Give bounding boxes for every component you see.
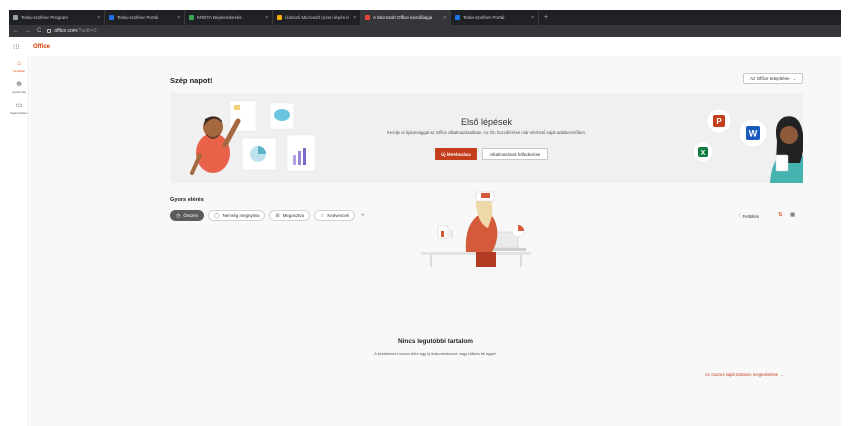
tab-close-icon[interactable]: × xyxy=(531,15,534,21)
tab-title: Tesla-szolfver Program xyxy=(21,15,68,20)
tab-favicon-icon xyxy=(109,15,114,20)
waffle-icon[interactable]: ⁝⁝⁝ xyxy=(13,43,27,51)
main-content: Szép napot! Az Office telepítése ⌄ P W X… xyxy=(30,56,841,426)
folder-icon: ▭ xyxy=(15,102,23,109)
rail-item-my-content[interactable]: ▭ Saját tartalom xyxy=(9,98,29,119)
screenshot: Tesla-szolfver Program × Tesla-szolfver … xyxy=(0,0,850,426)
sort-icon[interactable]: ⇅ xyxy=(778,212,783,218)
rail-item-label: Létrehozás xyxy=(12,90,26,94)
banner-title: Első lépések xyxy=(460,117,513,127)
chevron-down-icon: ⌄ xyxy=(792,76,797,81)
tab-close-icon[interactable]: × xyxy=(443,15,446,21)
shared-icon: ⊞ xyxy=(275,212,280,219)
quick-access-heading: Gyors elérés xyxy=(170,197,204,203)
rail-item-home[interactable]: ⌂ Kezdőlap xyxy=(9,56,29,77)
rail-item-label: Saját tartalom xyxy=(10,111,28,115)
address-bar: ← → C office.com/?auth=2 xyxy=(9,25,841,37)
tab-close-icon[interactable]: × xyxy=(97,15,100,21)
view-all-content-link[interactable]: Az összes saját tartalom megtekintése → xyxy=(705,372,784,377)
browser-tab[interactable]: Tesla-szolfver Portál × xyxy=(105,10,185,25)
install-office-label: Az Office telepítése xyxy=(749,76,790,81)
filter-recently-opened[interactable]: ◯ Nemrég megnyitva xyxy=(208,210,266,221)
left-person-illustration xyxy=(190,100,316,175)
browser-tab[interactable]: KRÉTA Bejelentkezés × xyxy=(185,10,273,25)
create-new-button[interactable]: Új létrehozása xyxy=(435,148,477,160)
view-toggle-icon[interactable]: ▦ xyxy=(790,212,795,218)
url-path: /?auth=2 xyxy=(77,28,97,34)
back-icon[interactable]: ← xyxy=(13,28,19,34)
clock-icon: ◷ xyxy=(176,212,181,219)
banner-illustration: P W X xyxy=(190,100,803,183)
tab-title: KRÉTA Bejelentkezés xyxy=(197,15,242,20)
browser-tab[interactable]: Tesla-szolfver Portál × xyxy=(451,10,539,25)
tab-close-icon[interactable]: × xyxy=(177,15,180,21)
empty-state-description: A kezdéshez hozzon létre egy új dokument… xyxy=(374,351,497,356)
create-icon: ⊕ xyxy=(16,81,22,88)
url-host: office.com xyxy=(54,28,78,34)
new-tab-button[interactable]: + xyxy=(539,14,548,21)
tab-close-icon[interactable]: × xyxy=(353,15,356,21)
rail-item-label: Kezdőlap xyxy=(13,69,25,73)
browser-tab[interactable]: Tesla-szolfver Program × xyxy=(9,10,105,25)
rail-item-create[interactable]: ⊕ Létrehozás xyxy=(9,77,29,98)
filter-label: Kedvencek xyxy=(327,213,350,218)
forward-icon[interactable]: → xyxy=(25,28,31,34)
browser-tab[interactable]: Üdvözli Microsoft (ezen lépés le × xyxy=(273,10,361,25)
reload-icon[interactable]: C xyxy=(37,28,41,34)
tab-title: Üdvözli Microsoft (ezen lépés le xyxy=(285,15,350,20)
filter-favorites[interactable]: ☆ Kedvencek xyxy=(313,210,356,221)
browser-tab-bar: Tesla-szolfver Program × Tesla-szolfver … xyxy=(9,10,841,25)
lock-icon[interactable] xyxy=(47,29,52,33)
tab-title: Tesla-szolfver Portál xyxy=(117,15,159,20)
upload-icon: ↑ xyxy=(738,213,741,219)
tab-close-icon[interactable]: × xyxy=(265,15,268,21)
install-office-button[interactable]: Az Office telepítése ⌄ xyxy=(743,73,803,84)
tab-favicon-icon xyxy=(13,15,18,20)
quick-access-filters: ◷ Összes ◯ Nemrég megnyitva ⊞ Megosztva … xyxy=(170,210,365,221)
upload-label: Feltöltés xyxy=(742,213,760,219)
recent-icon: ◯ xyxy=(214,212,220,219)
app-header: ⁝⁝⁝ Office xyxy=(9,37,841,56)
greeting-heading: Szép napot! xyxy=(170,76,213,85)
tab-favicon-icon xyxy=(277,15,282,20)
tab-favicon-icon xyxy=(365,15,370,20)
explore-apps-button[interactable]: Alkalmazások felfedezése xyxy=(482,148,548,160)
filter-label: Nemrég megnyitva xyxy=(222,213,260,218)
tab-title: Tesla-szolfver Portál xyxy=(463,15,505,20)
add-filter-button[interactable]: + xyxy=(361,213,365,219)
left-rail: ⌂ Kezdőlap ⊕ Létrehozás ▭ Saját tartalom xyxy=(9,56,29,426)
empty-state-title: Nincs legutóbbi tartalom xyxy=(398,338,473,345)
home-icon: ⌂ xyxy=(16,60,22,67)
tab-favicon-icon xyxy=(189,15,194,20)
browser-tab-active[interactable]: A Microsoft Office kezdőlapja × xyxy=(361,10,451,25)
filter-label: Összes xyxy=(183,213,199,218)
tab-favicon-icon xyxy=(455,15,460,20)
tab-title: A Microsoft Office kezdőlapja xyxy=(373,15,433,20)
office-brand[interactable]: Office xyxy=(33,44,50,50)
filter-label: Megosztva xyxy=(282,213,304,218)
excel-icon-letter: X xyxy=(701,150,706,157)
banner-description: Kezdje el újdonsággal az Office alkalmaz… xyxy=(386,130,587,135)
filter-all[interactable]: ◷ Összes xyxy=(170,210,205,221)
filter-shared[interactable]: ⊞ Megosztva xyxy=(269,210,310,221)
hero-banner: P W X Első lépések Kezdje el újdonsággal… xyxy=(170,93,803,183)
upload-button[interactable]: ↑ Feltöltés xyxy=(738,213,759,219)
star-icon: ☆ xyxy=(319,212,325,219)
url-field[interactable]: office.com/?auth=2 xyxy=(54,28,96,34)
